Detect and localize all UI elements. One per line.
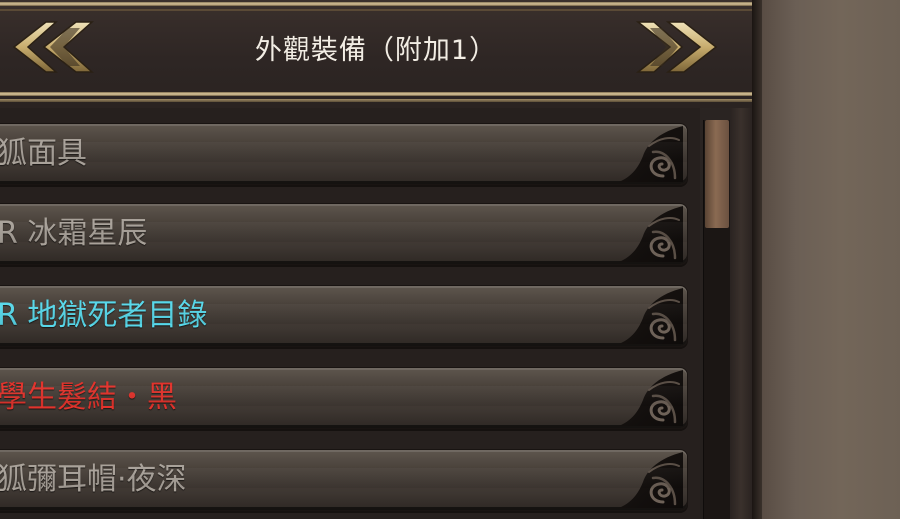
item-label: 狐面具	[0, 136, 87, 171]
list-item[interactable]: 學生髮結・黑	[0, 367, 688, 429]
header-top-divider-inner	[0, 9, 752, 11]
next-page-button[interactable]	[632, 18, 724, 76]
panel-header: 外觀裝備（附加1）	[0, 0, 752, 108]
item-label: 狐彌耳帽·夜深	[0, 462, 187, 497]
swirl-ornament-icon	[619, 126, 683, 182]
item-label: 學生髮結・黑	[0, 380, 177, 415]
background-panel	[752, 0, 900, 519]
double-chevron-left-icon	[6, 18, 98, 76]
panel-edge	[730, 108, 752, 519]
header-top-divider	[0, 2, 752, 6]
outfit-list: 狐面具 R 冰霜星辰 R 地獄死者目錄 學生髮結・黑 狐彌耳帽·夜深	[0, 108, 700, 519]
outfit-panel: 外觀裝備（附加1） 狐面具 R 冰霜星辰 R 地獄死者目錄 學生髮結・黑 狐彌耳…	[0, 0, 900, 519]
swirl-ornament-icon	[619, 370, 683, 426]
list-item[interactable]: R 冰霜星辰	[0, 203, 688, 265]
list-item[interactable]: 狐面具	[0, 123, 688, 185]
swirl-ornament-icon	[619, 206, 683, 262]
page-title: 外觀裝備（附加1）	[254, 35, 498, 66]
header-bottom-divider-inner	[0, 99, 752, 102]
list-item[interactable]: R 地獄死者目錄	[0, 285, 688, 347]
scrollbar-thumb[interactable]	[705, 120, 729, 228]
item-label: R 冰霜星辰	[0, 216, 148, 251]
item-label: R 地獄死者目錄	[0, 298, 208, 333]
swirl-ornament-icon	[619, 452, 683, 508]
header-bottom-divider	[0, 92, 752, 96]
list-scrollbar[interactable]	[703, 120, 731, 519]
swirl-ornament-icon	[619, 288, 683, 344]
double-chevron-right-icon	[632, 18, 724, 76]
list-item[interactable]: 狐彌耳帽·夜深	[0, 449, 688, 511]
prev-page-button[interactable]	[6, 18, 98, 76]
